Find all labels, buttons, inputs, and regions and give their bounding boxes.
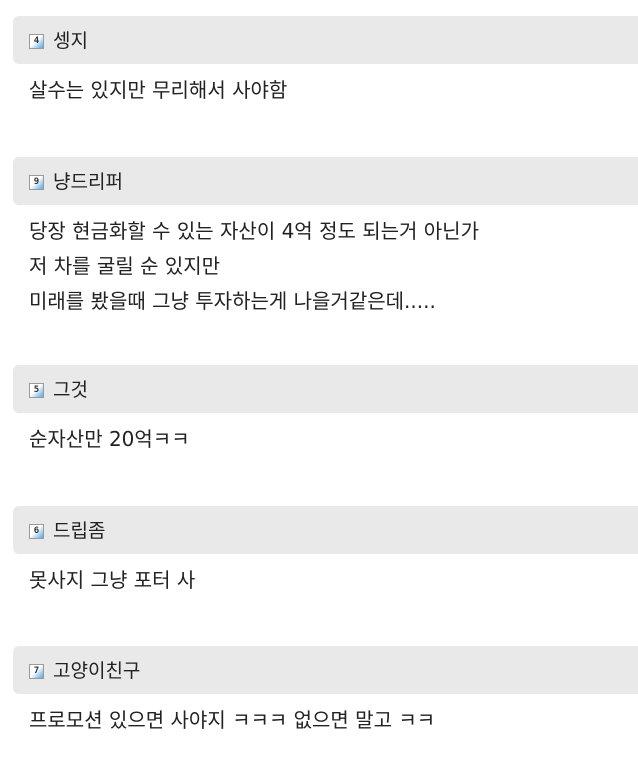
level-badge-icon: 9 (29, 175, 44, 190)
author-nickname[interactable]: 냥드리퍼 (53, 170, 123, 194)
comment-header: 9 냥드리퍼 (13, 157, 638, 205)
level-badge-icon: 6 (29, 524, 44, 539)
comment-body: 살수는 있지만 무리해서 사야함 (29, 73, 287, 108)
author-nickname[interactable]: 드립좀 (53, 519, 105, 543)
comment-body: 당장 현금화할 수 있는 자산이 4억 정도 되는거 아닌가 저 차를 굴릴 순… (29, 214, 479, 319)
comment-line: 저 차를 굴릴 순 있지만 (29, 254, 221, 278)
comment-line: 프로모션 있으면 사야지 ㅋㅋㅋ 없으면 말고 ㅋㅋ (29, 708, 436, 732)
comment-body: 프로모션 있으면 사야지 ㅋㅋㅋ 없으면 말고 ㅋㅋ (29, 703, 435, 738)
comment-line: 못사지 그냥 포터 사 (29, 568, 196, 592)
author-nickname[interactable]: 그것 (53, 378, 88, 402)
level-badge-icon: 5 (29, 383, 44, 398)
level-badge-icon: 7 (29, 664, 44, 679)
comment-header: 6 드립좀 (13, 506, 638, 554)
comment-thread: 4 셍지 살수는 있지만 무리해서 사야함 9 냥드리퍼 당장 현금화할 수 있… (0, 0, 638, 766)
comment-header: 5 그것 (13, 365, 638, 413)
comment-line: 미래를 봤을때 그냥 투자하는게 나을거같은데..... (29, 289, 436, 313)
level-badge-icon: 4 (29, 34, 44, 49)
comment-header: 4 셍지 (13, 16, 638, 64)
comment-header: 7 고양이친구 (13, 646, 638, 694)
comment-line: 순자산만 20억ㅋㅋ (29, 427, 190, 451)
comment-body: 못사지 그냥 포터 사 (29, 563, 195, 598)
author-nickname[interactable]: 고양이친구 (53, 659, 140, 683)
author-nickname[interactable]: 셍지 (53, 29, 88, 53)
comment-line: 당장 현금화할 수 있는 자산이 4억 정도 되는거 아닌가 (29, 219, 479, 243)
comment-line: 살수는 있지만 무리해서 사야함 (29, 78, 288, 102)
comment-body: 순자산만 20억ㅋㅋ (29, 422, 190, 457)
